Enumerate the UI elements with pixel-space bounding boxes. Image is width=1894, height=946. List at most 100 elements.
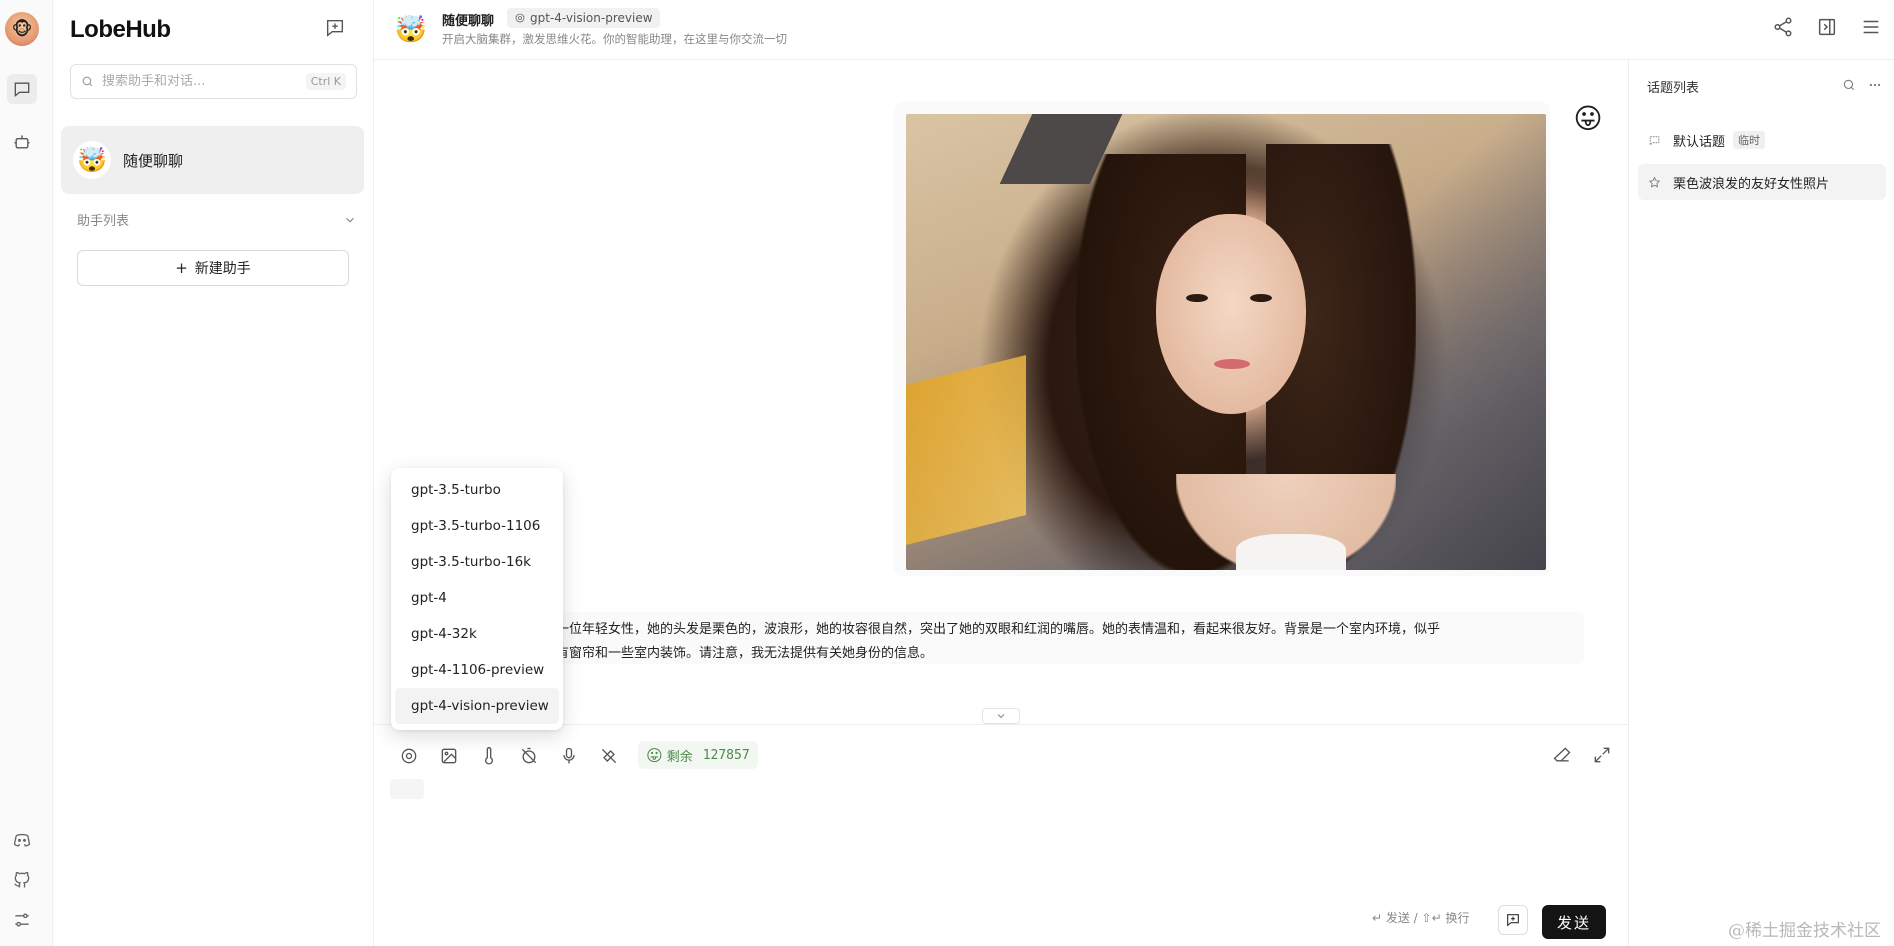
model-option[interactable]: gpt-4-32k [395, 616, 559, 652]
topics-title: 话题列表 [1647, 81, 1700, 96]
panel-toggle-icon[interactable] [1816, 16, 1838, 38]
input-area: 😛 剩余 127857 ↵ 发送 / ⇧↵ 换行 发送 [374, 724, 1628, 946]
agent-group-label: 助手列表 [77, 214, 130, 229]
github-button[interactable] [8, 866, 36, 894]
left-rail: 🐵 [0, 0, 53, 946]
new-agent-label: 新建助手 [194, 261, 251, 277]
voice-input-button[interactable] [558, 745, 580, 767]
user-image-message [894, 102, 1550, 576]
photo-dress [1236, 534, 1346, 570]
model-option[interactable]: gpt-3.5-turbo-16k [395, 544, 559, 580]
bot-icon [14, 135, 30, 149]
message-plus-icon [1507, 914, 1519, 927]
microphone-icon [563, 747, 575, 764]
watermark: @稀土掘金技术社区 [1728, 921, 1881, 941]
session-name: 随便聊聊 [123, 151, 184, 170]
chevron-down-icon [346, 217, 354, 223]
token-counter[interactable]: 😛 剩余 127857 [638, 741, 758, 769]
reply-line-1: 一位年轻女性，她的头发是栗色的，波浪形，她的妆容很自然，突出了她的双眼和红润的嘴… [556, 622, 1441, 637]
chat-tab-button[interactable] [7, 74, 37, 104]
eraser-icon[interactable] [1552, 745, 1572, 765]
new-chat-button[interactable] [324, 17, 348, 41]
topic-item-default[interactable]: 默认话题 临时 [1638, 122, 1886, 158]
photo-face [1156, 214, 1306, 414]
menu-icon[interactable] [1860, 16, 1882, 38]
token-emoji-icon: 😛 [646, 745, 663, 765]
discord-icon [13, 833, 31, 847]
topic-tag: 临时 [1733, 131, 1766, 149]
token-label: 剩余 [666, 749, 693, 765]
agent-title: 随便聊聊 [442, 14, 495, 29]
timer-off-icon [521, 747, 537, 764]
topic-label: 默认话题 [1673, 134, 1726, 150]
history-count-button[interactable] [518, 745, 540, 767]
session-panel: LobeHub Ctrl K 🤯 随便聊聊 助手列表 + 新建助手 [53, 0, 374, 946]
chat-bubble-icon [14, 82, 30, 98]
send-button[interactable]: 发送 [1542, 905, 1606, 939]
upload-image-button[interactable] [438, 745, 460, 767]
settings-button[interactable] [8, 906, 36, 934]
search-input[interactable] [102, 74, 306, 89]
topics-actions [1842, 78, 1882, 92]
chevron-down-icon [997, 714, 1005, 719]
topics-panel: 话题列表 默认话题 临时 栗色波浪发的友好女性照片 [1628, 60, 1894, 946]
send-hint: ↵ 发送 / ⇧↵ 换行 [1372, 911, 1470, 925]
model-option[interactable]: gpt-4 [395, 580, 559, 616]
openai-icon [401, 748, 417, 764]
scroll-to-bottom-button[interactable] [982, 708, 1020, 724]
model-option[interactable]: gpt-3.5-turbo [395, 472, 559, 508]
temperature-button[interactable] [478, 745, 500, 767]
input-right-tools [1552, 745, 1612, 765]
model-tag[interactable]: gpt-4-vision-preview [507, 8, 660, 28]
star-icon[interactable] [1648, 176, 1661, 189]
model-option[interactable]: gpt-4-1106-preview [395, 652, 559, 688]
model-tag-label: gpt-4-vision-preview [530, 11, 653, 25]
search-icon[interactable] [1842, 78, 1856, 92]
model-dropdown: gpt-3.5-turbo gpt-3.5-turbo-1106 gpt-3.5… [391, 468, 563, 730]
input-stub [390, 779, 424, 799]
agent-group-header[interactable]: 助手列表 [77, 210, 357, 229]
plus-icon: + [175, 259, 188, 277]
model-select-button[interactable] [398, 745, 420, 767]
thermometer-icon [485, 747, 493, 765]
input-toolbar [398, 745, 620, 767]
session-item-random-chat[interactable]: 🤯 随便聊聊 [61, 126, 364, 194]
tools-off-icon [601, 748, 617, 764]
github-icon [14, 871, 30, 888]
assistant-reply: 一位年轻女性，她的头发是栗色的，波浪形，她的妆容很自然，突出了她的双眼和红润的嘴… [544, 612, 1584, 664]
brand-logo: LobeHub [70, 16, 171, 43]
new-agent-button[interactable]: + 新建助手 [77, 250, 349, 286]
chat-dashed-icon [1649, 135, 1660, 146]
message-user-avatar: 😛 [1572, 101, 1604, 135]
send-options-button[interactable] [1498, 905, 1528, 935]
expand-icon[interactable] [1592, 745, 1612, 765]
plugins-button[interactable] [598, 745, 620, 767]
model-option-selected[interactable]: gpt-4-vision-preview [395, 688, 559, 724]
app-root: 🐵 LobeHub Ctrl K 🤯 随便聊聊 [0, 0, 1894, 946]
search-icon [82, 76, 93, 87]
settings-sliders-icon [15, 913, 29, 927]
reply-line-2: 有窗帘和一些室内装饰。请注意，我无法提供有关她身份的信息。 [556, 646, 934, 661]
token-value: 127857 [702, 747, 750, 763]
openai-icon [515, 13, 525, 23]
topic-item-photo[interactable]: 栗色波浪发的友好女性照片 [1638, 164, 1886, 200]
agents-tab-button[interactable] [7, 127, 37, 157]
uploaded-photo[interactable] [906, 114, 1546, 570]
message-input[interactable] [398, 809, 1598, 899]
more-icon[interactable] [1868, 78, 1882, 92]
new-chat-icon [326, 19, 344, 37]
model-option[interactable]: gpt-3.5-turbo-1106 [395, 508, 559, 544]
user-avatar[interactable]: 🐵 [5, 12, 39, 46]
topic-label: 栗色波浪发的友好女性照片 [1673, 176, 1830, 192]
chat-header: 🤯 随便聊聊 gpt-4-vision-preview 开启大脑集群，激发思维火… [374, 0, 1894, 60]
search-box: Ctrl K [70, 64, 357, 99]
photo-yellow-area [906, 355, 1026, 545]
search-shortcut: Ctrl K [305, 73, 346, 90]
header-actions [1772, 16, 1882, 38]
discord-button[interactable] [8, 826, 36, 854]
agent-description: 开启大脑集群，激发思维火花。你的智能助理，在这里与你交流一切 [442, 32, 787, 46]
image-icon [441, 748, 457, 764]
share-icon[interactable] [1772, 16, 1794, 38]
agent-avatar[interactable]: 🤯 [394, 13, 428, 47]
session-avatar: 🤯 [73, 141, 111, 179]
